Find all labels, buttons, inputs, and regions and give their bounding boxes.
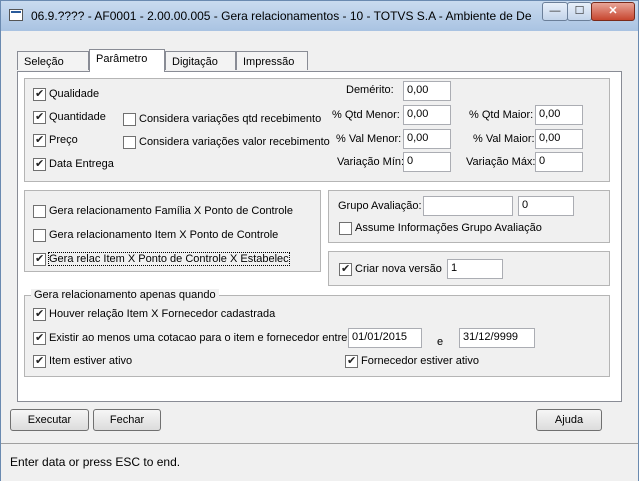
cotacao-label: Existir ao menos uma cotacao para o item… (49, 332, 348, 344)
cotacao-checkbox[interactable] (33, 331, 46, 345)
considera-qtd-label: Considera variações qtd recebimento (139, 113, 322, 125)
tab-digitacao[interactable]: Digitação (165, 51, 236, 70)
main-area: Seleção Parâmetro Digitação Impressão Qu… (8, 31, 631, 442)
preco-checkbox[interactable] (33, 133, 46, 147)
item-label: Gera relacionamento Item X Ponto de Cont… (49, 229, 279, 241)
item-ativo-checkbox[interactable] (33, 354, 46, 368)
qtd-menor-field[interactable]: 0,00 (403, 105, 451, 125)
window-title: 06.9.???? - AF0001 - 2.00.00.005 - Gera … (31, 9, 531, 23)
assume-grupo-checkbox[interactable] (339, 222, 352, 235)
estabelec-checkbox[interactable] (33, 252, 46, 266)
minimize-button[interactable]: — (542, 2, 568, 21)
val-maior-field[interactable]: 0,00 (535, 129, 583, 149)
preco-label: Preço (49, 134, 78, 146)
app-window: 06.9.???? - AF0001 - 2.00.00.005 - Gera … (0, 0, 639, 481)
tab-parametro[interactable]: Parâmetro (89, 49, 165, 72)
fornecedor-ativo-label: Fornecedor estiver ativo (361, 355, 479, 367)
estabelec-label: Gera relac Item X Ponto de Controle X Es… (48, 252, 290, 266)
considera-valor-label: Considera variações valor recebimento (139, 136, 330, 148)
familia-checkbox[interactable] (33, 205, 46, 218)
close-button[interactable]: ✕ (591, 2, 635, 21)
criar-versao-label: Criar nova versão (355, 263, 442, 275)
executar-button[interactable]: Executar (10, 409, 89, 431)
tab-panel-parametro: Qualidade Quantidade Preço Data Entrega … (17, 71, 622, 402)
date-from-field[interactable]: 01/01/2015 (348, 328, 422, 348)
variacao-min-field[interactable]: 0 (403, 152, 451, 172)
variacao-max-label: Variação Máx: (466, 156, 536, 168)
quantidade-checkbox[interactable] (33, 110, 46, 124)
val-maior-label: % Val Maior: (473, 133, 535, 145)
qualidade-checkbox[interactable] (33, 87, 46, 101)
relacionamentos-group: Gera relacionamento Família X Ponto de C… (24, 190, 321, 272)
grupo-avaliacao-label: Grupo Avaliação: (338, 200, 422, 212)
item-ativo-label: Item estiver ativo (49, 355, 133, 367)
grupo-avaliacao-group: Grupo Avaliação: 0 Assume Informações Gr… (328, 190, 610, 243)
data-entrega-label: Data Entrega (49, 158, 114, 170)
assume-grupo-label: Assume Informações Grupo Avaliação (355, 222, 542, 234)
quantidade-label: Quantidade (49, 111, 106, 123)
grupo-avaliacao-field[interactable] (423, 196, 513, 216)
fechar-button[interactable]: Fechar (93, 409, 161, 431)
qtd-maior-label: % Qtd Maior: (469, 109, 534, 121)
grupo-avaliacao-code-field[interactable]: 0 (518, 196, 574, 216)
variacao-max-field[interactable]: 0 (535, 152, 583, 172)
considera-valor-checkbox[interactable] (123, 136, 136, 149)
status-bar: Enter data or press ESC to end. (1, 443, 638, 481)
familia-label: Gera relacionamento Família X Ponto de C… (49, 205, 293, 217)
demerito-field[interactable]: 0,00 (403, 81, 451, 101)
apenas-quando-group: Gera relacionamento apenas quando Houver… (24, 289, 610, 377)
fornecedor-ativo-checkbox[interactable] (345, 354, 358, 368)
date-to-field[interactable]: 31/12/9999 (459, 328, 535, 348)
considera-qtd-checkbox[interactable] (123, 113, 136, 126)
versao-group: Criar nova versão 1 (328, 251, 610, 286)
apenas-quando-title: Gera relacionamento apenas quando (31, 289, 219, 301)
status-text: Enter data or press ESC to end. (10, 455, 181, 469)
item-checkbox[interactable] (33, 229, 46, 242)
relacao-label: Houver relação Item X Fornecedor cadastr… (49, 308, 276, 320)
data-entrega-checkbox[interactable] (33, 157, 46, 171)
variacao-min-label: Variação Mín: (337, 156, 405, 168)
qualidade-label: Qualidade (49, 88, 100, 100)
app-icon (9, 9, 23, 21)
title-bar[interactable]: 06.9.???? - AF0001 - 2.00.00.005 - Gera … (1, 1, 638, 31)
val-menor-label: % Val Menor: (336, 133, 402, 145)
relacao-checkbox[interactable] (33, 307, 46, 321)
val-menor-field[interactable]: 0,00 (403, 129, 451, 149)
ajuda-button[interactable]: Ajuda (536, 409, 602, 431)
date-separator: e (437, 336, 444, 348)
qtd-maior-field[interactable]: 0,00 (535, 105, 583, 125)
demerito-label: Demérito: (346, 84, 394, 96)
criteria-group: Qualidade Quantidade Preço Data Entrega … (24, 78, 610, 182)
versao-field[interactable]: 1 (447, 259, 503, 279)
qtd-menor-label: % Qtd Menor: (332, 109, 400, 121)
criar-versao-checkbox[interactable] (339, 262, 352, 276)
tab-impressao[interactable]: Impressão (236, 51, 308, 70)
tab-selecao[interactable]: Seleção (17, 51, 89, 70)
maximize-button[interactable]: ☐ (567, 2, 592, 21)
